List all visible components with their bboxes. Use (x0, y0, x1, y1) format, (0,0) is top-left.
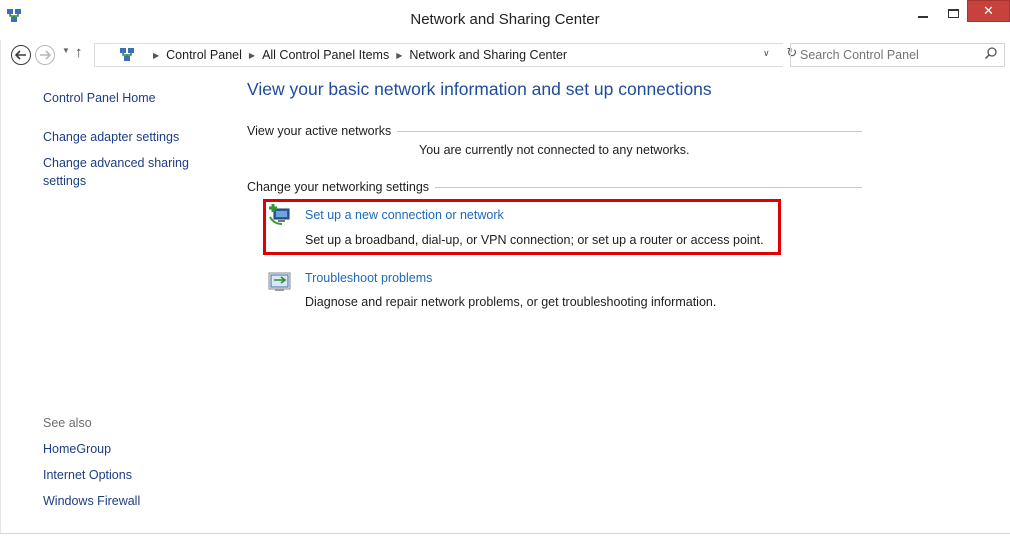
network-status-text: You are currently not connected to any n… (419, 143, 690, 157)
sidebar-item-change-adapter-settings[interactable]: Change adapter settings (43, 130, 179, 144)
minimize-button[interactable] (908, 0, 938, 26)
networking-settings-heading: Change your networking settings (247, 180, 436, 194)
recent-locations-chevron-icon[interactable]: ▼ (62, 46, 70, 55)
breadcrumb-all-items[interactable]: All Control Panel Items (262, 48, 389, 62)
address-dropdown-icon[interactable]: ∨ (763, 48, 770, 59)
minimize-icon (918, 16, 928, 18)
search-input[interactable] (800, 47, 970, 63)
search-icon[interactable] (984, 46, 998, 60)
maximize-button[interactable] (938, 0, 968, 26)
window-border (0, 533, 1010, 534)
see-also-label: See also (43, 416, 92, 430)
active-networks-heading: View your active networks (247, 124, 398, 138)
control-panel-network-icon (120, 48, 134, 61)
troubleshoot-problems-link[interactable]: Troubleshoot problems (305, 271, 432, 285)
troubleshoot-problems-description: Diagnose and repair network problems, or… (305, 295, 717, 309)
breadcrumb: ▶ Control Panel ▶ All Control Panel Item… (146, 48, 567, 62)
window-title: Network and Sharing Center (410, 11, 600, 28)
sidebar-item-change-advanced-sharing-cont[interactable]: settings (43, 174, 86, 188)
sidebar-item-change-advanced-sharing[interactable]: Change advanced sharing (43, 156, 189, 170)
sidebar-item-internet-options[interactable]: Internet Options (43, 468, 132, 482)
breadcrumb-network-center[interactable]: Network and Sharing Center (409, 48, 567, 62)
forward-arrow-icon (40, 50, 51, 60)
sidebar-item-control-panel-home[interactable]: Control Panel Home (43, 91, 156, 105)
breadcrumb-separator-icon[interactable]: ▶ (153, 51, 159, 60)
back-button[interactable] (11, 45, 31, 65)
up-arrow-icon[interactable]: ↑ (75, 44, 83, 61)
back-arrow-icon (15, 50, 26, 60)
page-title: View your basic network information and … (247, 79, 712, 99)
maximize-icon (947, 8, 959, 18)
close-icon: ✕ (983, 3, 994, 18)
sidebar-item-homegroup[interactable]: HomeGroup (43, 442, 111, 456)
title-bar: Network and Sharing Center ✕ (0, 0, 1010, 40)
breadcrumb-separator-icon[interactable]: ▶ (396, 51, 402, 60)
highlight-box (263, 199, 781, 255)
breadcrumb-control-panel[interactable]: Control Panel (166, 48, 242, 62)
window-border (0, 40, 1, 534)
forward-button[interactable] (35, 45, 55, 65)
breadcrumb-separator-icon[interactable]: ▶ (249, 51, 255, 60)
close-button[interactable]: ✕ (967, 0, 1010, 22)
troubleshoot-icon (268, 272, 291, 291)
sidebar-item-windows-firewall[interactable]: Windows Firewall (43, 494, 140, 508)
